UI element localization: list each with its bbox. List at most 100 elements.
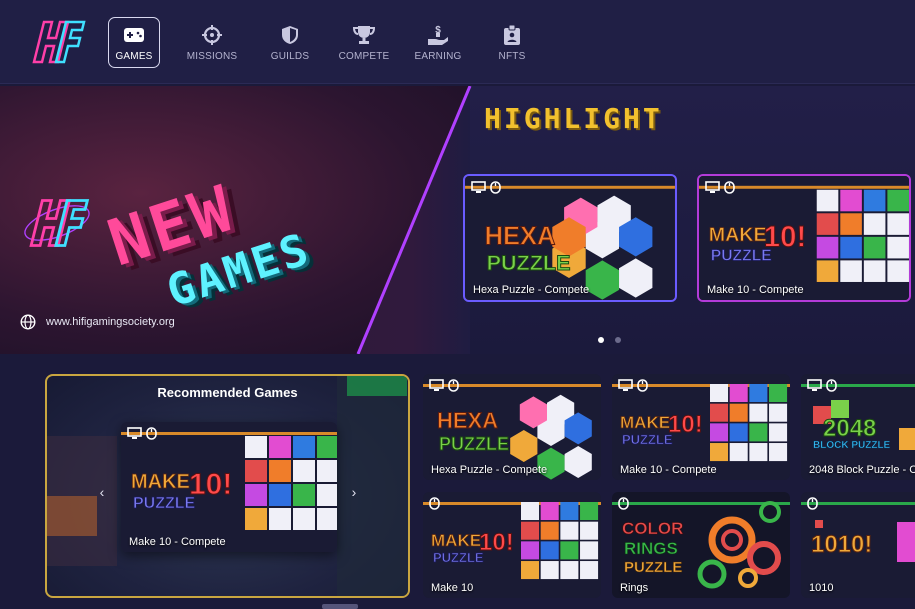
- platform-icons: [807, 379, 841, 392]
- hero-banner: NEW GAMES www.hifigamingsociety.org HIGH…: [0, 86, 915, 354]
- svg-text:PUZZLE: PUZZLE: [133, 495, 196, 512]
- nav-label: COMPETE: [338, 50, 390, 62]
- svg-text:PUZZLE: PUZZLE: [711, 247, 772, 264]
- carousel-prev-arrow[interactable]: ‹: [95, 484, 109, 500]
- carousel-dots: [598, 337, 621, 343]
- svg-text:2048: 2048: [823, 415, 876, 442]
- game-card-hexa-puzzle[interactable]: HEXA PUZZLE Hexa Puzzle - Compete: [423, 374, 601, 480]
- platform-icons: [471, 181, 505, 194]
- desktop-icon: [471, 181, 486, 194]
- mouse-icon: [618, 497, 633, 510]
- nav-nfts[interactable]: NFTS: [486, 17, 538, 68]
- svg-text:10!: 10!: [764, 221, 807, 254]
- game-card-make-10[interactable]: MAKE PUZZLE 10! Make 10: [423, 492, 601, 598]
- gamepad-icon: [123, 24, 145, 46]
- mouse-icon: [724, 181, 739, 194]
- game-card-rings[interactable]: COLOR RINGS PUZZLE Rings: [612, 492, 790, 598]
- svg-text:MAKE: MAKE: [431, 531, 481, 550]
- recommended-games-panel: Recommended Games ‹ › MAKE PUZZLE 10! Ma…: [45, 374, 410, 598]
- svg-text:10!: 10!: [479, 529, 514, 556]
- shield-icon: [279, 24, 301, 46]
- nav-label: GUILDS: [270, 50, 310, 62]
- svg-text:HEXA: HEXA: [437, 408, 498, 433]
- carousel-dot-1[interactable]: [598, 337, 604, 343]
- desktop-icon: [429, 379, 444, 392]
- hifi-banner-logo: [24, 199, 90, 247]
- svg-text:PUZZLE: PUZZLE: [624, 559, 682, 576]
- game-card-2048-block-puzzle[interactable]: 2048 BLOCK PUZZLE 2048 Block Puzzle - C: [801, 374, 915, 480]
- svg-text:1010!: 1010!: [811, 531, 872, 558]
- card-label: 2048 Block Puzzle - C: [809, 464, 915, 476]
- svg-text:PUZZLE: PUZZLE: [439, 434, 509, 454]
- desktop-icon: [705, 181, 720, 194]
- recommended-card-make-10[interactable]: MAKE PUZZLE 10! Make 10 - Compete: [121, 422, 337, 552]
- card-label: Rings: [620, 582, 649, 594]
- carousel-dot-2[interactable]: [615, 337, 621, 343]
- card-label: Make 10 - Compete: [707, 284, 804, 296]
- svg-text:HEXA: HEXA: [485, 223, 556, 251]
- platform-icons: [618, 497, 633, 510]
- money-hand-icon: $: [427, 24, 449, 46]
- nav-missions[interactable]: MISSIONS: [182, 17, 242, 68]
- svg-text:PUZZLE: PUZZLE: [622, 432, 673, 447]
- platform-icons: [127, 427, 161, 440]
- desktop-icon: [127, 427, 142, 440]
- svg-text:RINGS: RINGS: [624, 539, 678, 558]
- svg-text:PUZZLE: PUZZLE: [433, 550, 484, 565]
- site-url: www.hifigamingsociety.org: [46, 316, 175, 328]
- recommended-title: Recommended Games: [157, 385, 298, 400]
- nav-label: GAMES: [115, 50, 153, 62]
- nav-label: MISSIONS: [186, 50, 238, 62]
- make-10-art: MAKE PUZZLE 10!: [699, 176, 909, 300]
- platform-icons: [705, 181, 739, 194]
- game-card-1010[interactable]: 1010! 1010: [801, 492, 915, 598]
- game-card-make-10-compete[interactable]: MAKE PUZZLE 10! Make 10 - Compete: [612, 374, 790, 480]
- mouse-icon: [429, 497, 444, 510]
- svg-text:BLOCK PUZZLE: BLOCK PUZZLE: [813, 440, 891, 451]
- platform-icons: [429, 379, 463, 392]
- svg-text:PUZZLE: PUZZLE: [487, 250, 571, 275]
- platform-icons: [618, 379, 652, 392]
- highlight-card-make-10[interactable]: MAKE PUZZLE 10! Make 10 - Compete: [697, 174, 911, 302]
- mouse-icon: [807, 497, 822, 510]
- card-label: 1010: [809, 582, 834, 594]
- svg-text:MAKE: MAKE: [709, 224, 767, 246]
- nav-guilds[interactable]: GUILDS: [264, 17, 316, 68]
- mouse-icon: [637, 379, 652, 392]
- hero-divider: [356, 86, 472, 354]
- globe-icon: [20, 314, 36, 330]
- crosshair-icon: [201, 24, 223, 46]
- desktop-icon: [618, 379, 633, 392]
- mouse-icon: [826, 379, 841, 392]
- svg-text:10!: 10!: [189, 468, 232, 501]
- badge-icon: [501, 24, 523, 46]
- trophy-icon: [353, 24, 375, 46]
- nav-earning[interactable]: $ EARNING: [412, 17, 464, 68]
- top-nav: GAMES MISSIONS GUILDS COMPETE $ EARNING: [0, 0, 915, 84]
- highlight-title: HIGHLIGHT: [484, 102, 663, 135]
- desktop-icon: [807, 379, 822, 392]
- svg-text:MAKE: MAKE: [131, 471, 190, 493]
- horizontal-scrollbar[interactable]: [322, 604, 358, 609]
- svg-text:COLOR: COLOR: [622, 519, 683, 538]
- card-label: Hexa Puzzle - Compete: [473, 284, 590, 296]
- platform-icons: [807, 497, 822, 510]
- highlight-card-hexa-puzzle[interactable]: HEXA PUZZLE Hexa Puzzle - Compete: [463, 174, 677, 302]
- card-label: Make 10 - Compete: [129, 536, 226, 548]
- svg-text:MAKE: MAKE: [620, 413, 670, 432]
- hifi-logo[interactable]: [26, 18, 88, 66]
- platform-icons: [429, 497, 444, 510]
- nav-label: EARNING: [414, 50, 462, 62]
- carousel-next-arrow[interactable]: ›: [347, 484, 361, 500]
- svg-text:10!: 10!: [668, 411, 703, 438]
- card-label: Make 10 - Compete: [620, 464, 717, 476]
- nav-compete[interactable]: COMPETE: [338, 17, 390, 68]
- nav-games[interactable]: GAMES: [108, 17, 160, 68]
- mouse-icon: [490, 181, 505, 194]
- hexa-puzzle-art: HEXA PUZZLE: [465, 176, 675, 300]
- card-label: Hexa Puzzle - Compete: [431, 464, 548, 476]
- card-label: Make 10: [431, 582, 474, 594]
- nav-label: NFTS: [498, 50, 526, 62]
- mouse-icon: [448, 379, 463, 392]
- site-link[interactable]: www.hifigamingsociety.org: [20, 314, 175, 330]
